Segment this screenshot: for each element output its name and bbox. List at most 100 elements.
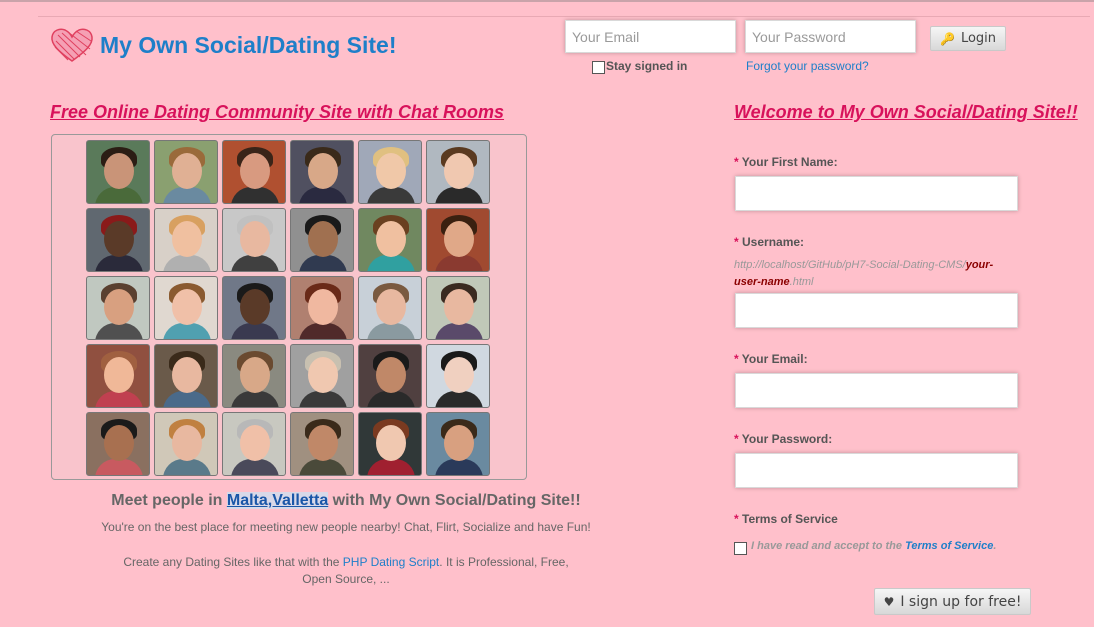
first-name-label-text: Your First Name:	[741, 155, 838, 169]
required-mark: *	[734, 235, 739, 249]
password-label: * Your Password:	[734, 432, 832, 446]
avatar-face	[376, 289, 406, 325]
site-title: My Own Social/Dating Site!	[100, 31, 397, 58]
member-avatar[interactable]	[154, 276, 218, 340]
member-avatar[interactable]	[426, 344, 490, 408]
script-promo-text: Create any Dating Sites like that with t…	[110, 554, 582, 588]
login-button-label: Login	[960, 31, 997, 46]
avatar-body	[299, 323, 347, 339]
terms-agreement-text: I have read and accept to the Terms of S…	[751, 540, 996, 552]
member-avatar[interactable]	[222, 412, 286, 476]
avatar-face	[308, 221, 338, 257]
signup-button[interactable]: ♥ I sign up for free!	[874, 588, 1031, 615]
avatar-body	[231, 459, 279, 475]
login-password-input[interactable]	[745, 20, 916, 53]
member-avatar[interactable]	[426, 276, 490, 340]
member-avatar[interactable]	[86, 208, 150, 272]
avatar-body	[435, 391, 483, 407]
username-label-text: Username:	[742, 235, 805, 249]
url-prefix: http://localhost/GitHub/pH7-Social-Datin…	[734, 259, 966, 271]
avatar-face	[308, 357, 338, 393]
member-avatar[interactable]	[358, 208, 422, 272]
avatar-face	[308, 153, 338, 189]
signup-password-field[interactable]	[735, 453, 1018, 488]
meet-people-heading: Meet people in Malta,Valletta with My Ow…	[51, 492, 641, 510]
terms-suffix: .	[993, 540, 997, 552]
avatar-face	[172, 357, 202, 393]
site-logo[interactable]: My Own Social/Dating Site!	[50, 27, 396, 63]
required-mark: *	[734, 512, 739, 526]
member-avatar[interactable]	[86, 140, 150, 204]
avatar-face	[376, 153, 406, 189]
member-avatar[interactable]	[358, 140, 422, 204]
avatar-face	[240, 425, 270, 461]
username-field[interactable]	[735, 293, 1018, 328]
first-name-field[interactable]	[735, 176, 1018, 211]
avatar-face	[172, 153, 202, 189]
member-avatar[interactable]	[426, 412, 490, 476]
header-divider	[38, 16, 1090, 17]
member-avatar[interactable]	[290, 140, 354, 204]
member-avatar[interactable]	[290, 276, 354, 340]
member-avatar[interactable]	[290, 344, 354, 408]
member-avatar[interactable]	[154, 140, 218, 204]
avatar-body	[299, 391, 347, 407]
heart-icon: ♥	[883, 594, 895, 609]
member-avatar[interactable]	[222, 140, 286, 204]
avatar-body	[163, 323, 211, 339]
login-button[interactable]: 🔑 Login	[930, 26, 1006, 51]
welcome-heading: Welcome to My Own Social/Dating Site!!	[734, 102, 1078, 122]
member-avatar[interactable]	[154, 208, 218, 272]
member-avatar[interactable]	[426, 140, 490, 204]
required-mark: *	[734, 155, 739, 169]
terms-of-service-link[interactable]: Terms of Service	[905, 540, 993, 552]
meet-suffix: with My Own Social/Dating Site!!	[328, 492, 581, 509]
avatar-face	[240, 289, 270, 325]
member-avatar[interactable]	[86, 412, 150, 476]
avatar-face	[444, 221, 474, 257]
member-avatar[interactable]	[358, 276, 422, 340]
email-label-text: Your Email:	[741, 352, 808, 366]
meet-prefix: Meet people in	[111, 492, 227, 509]
member-avatar[interactable]	[358, 412, 422, 476]
avatar-body	[299, 187, 347, 203]
avatar-face	[104, 221, 134, 257]
member-avatar[interactable]	[290, 208, 354, 272]
avatar-face	[444, 357, 474, 393]
php-dating-script-link[interactable]: PHP Dating Script	[343, 555, 440, 569]
member-avatar[interactable]	[222, 208, 286, 272]
member-avatar[interactable]	[222, 276, 286, 340]
signup-email-field[interactable]	[735, 373, 1018, 408]
key-icon: 🔑	[939, 31, 955, 46]
member-avatar[interactable]	[358, 344, 422, 408]
avatar-body	[231, 323, 279, 339]
location-link[interactable]: Malta,Valletta	[226, 492, 329, 509]
forgot-password-link[interactable]: Forgot your password?	[746, 59, 869, 73]
avatar-body	[367, 187, 415, 203]
avatar-body	[435, 255, 483, 271]
avatar-body	[299, 459, 347, 475]
login-email-input[interactable]	[565, 20, 736, 53]
member-avatar[interactable]	[154, 412, 218, 476]
avatar-face	[376, 221, 406, 257]
member-avatar[interactable]	[426, 208, 490, 272]
avatar-body	[299, 255, 347, 271]
member-avatar[interactable]	[154, 344, 218, 408]
avatar-body	[231, 255, 279, 271]
avatar-body	[95, 323, 143, 339]
avatar-body	[367, 391, 415, 407]
terms-checkbox[interactable]	[734, 542, 747, 555]
avatar-body	[231, 187, 279, 203]
terms-prefix: I have read and accept to the	[751, 540, 906, 552]
member-avatar[interactable]	[222, 344, 286, 408]
member-avatar[interactable]	[86, 344, 150, 408]
stay-signed-in-checkbox[interactable]	[592, 61, 605, 74]
username-url-preview: http://localhost/GitHub/pH7-Social-Datin…	[734, 257, 1009, 291]
avatar-body	[367, 323, 415, 339]
stay-signed-in-label: Stay signed in	[606, 59, 688, 73]
member-avatar[interactable]	[290, 412, 354, 476]
avatar-body	[95, 391, 143, 407]
avatar-face	[104, 153, 134, 189]
avatar-face	[240, 357, 270, 393]
member-avatar[interactable]	[86, 276, 150, 340]
